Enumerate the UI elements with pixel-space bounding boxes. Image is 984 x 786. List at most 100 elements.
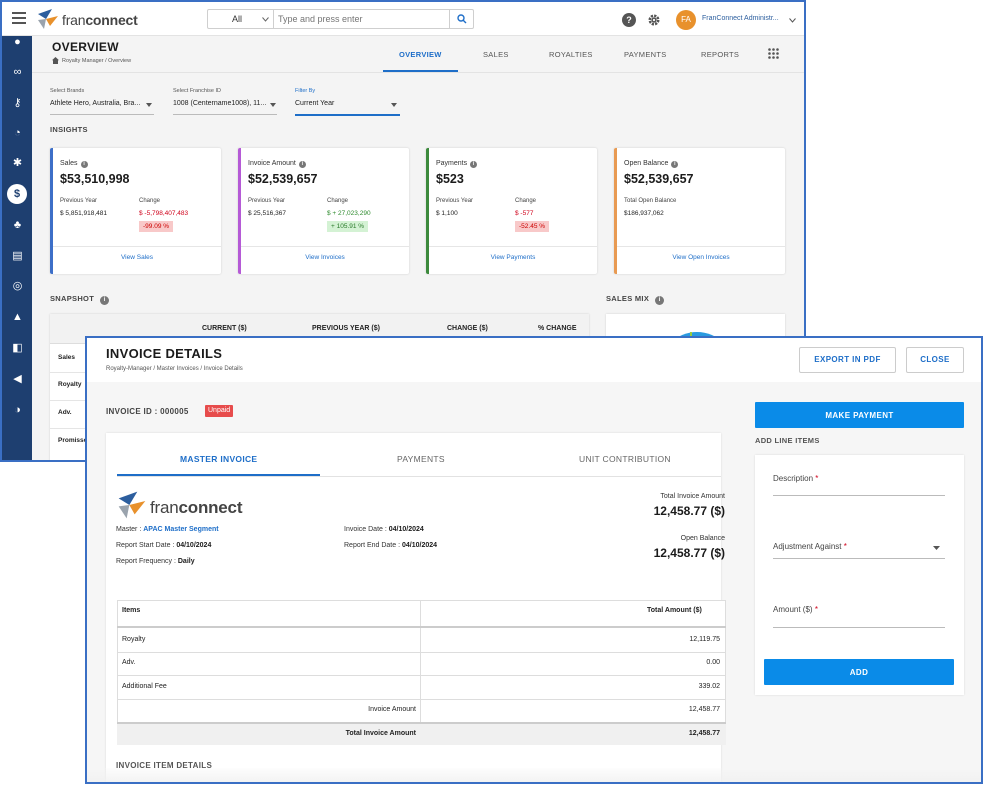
previous-year-label: Previous Year	[436, 198, 474, 204]
row-label: Adv.	[58, 409, 72, 416]
change-percent-badge: + 105.91 %	[327, 221, 369, 232]
chevron-down-icon	[933, 546, 940, 550]
previous-year-label: Previous Year	[248, 198, 286, 204]
invoice-amount-card: Invoice Amount i $52,539,657 Previous Yea…	[238, 148, 409, 274]
tab-royalties[interactable]: ROYALTIES	[549, 50, 593, 59]
gauge-icon[interactable]: ◔	[11, 127, 24, 140]
change-label: Change	[327, 198, 349, 204]
apps-grid-icon[interactable]	[768, 48, 779, 59]
adjustment-label: Adjustment Against *	[773, 542, 847, 551]
breadcrumb[interactable]: Royalty-Manager / Master Invoices / Invo…	[106, 366, 243, 372]
table-row-item: Additional Fee	[122, 683, 167, 690]
description-underline	[773, 495, 945, 496]
card-divider	[53, 246, 221, 247]
chat-icon[interactable]: ▤	[11, 250, 24, 263]
card-divider	[429, 246, 597, 247]
ball-icon[interactable]: ◑	[11, 404, 24, 417]
search-button[interactable]	[449, 10, 473, 28]
avatar[interactable]: FA	[676, 10, 696, 30]
previous-year-value: $ 25,516,367	[248, 210, 286, 217]
table-row-amount: 0.00	[706, 659, 720, 666]
chevron-down-icon[interactable]	[789, 18, 796, 23]
sales-mix-label-text: SALES MIX	[606, 294, 650, 303]
add-button[interactable]: ADD	[764, 659, 954, 685]
total-invoice-amount-row-label: Total Invoice Amount	[345, 730, 416, 737]
home-icon[interactable]	[52, 57, 59, 64]
view-payments-link[interactable]: View Payments	[429, 254, 597, 261]
master-segment: Master : APAC Master Segment	[116, 526, 219, 533]
adjustment-label-text: Adjustment Against	[773, 542, 842, 551]
close-button[interactable]: CLOSE	[906, 347, 964, 373]
snapshot-label-text: SNAPSHOT	[50, 294, 95, 303]
gear-icon[interactable]: ✱	[11, 157, 24, 170]
add-line-items-label: ADD LINE ITEMS	[755, 436, 820, 445]
report-end-label: Report End Date :	[344, 542, 402, 549]
franchise-label: Select Franchise ID	[173, 88, 221, 94]
franconnect-logo-icon	[118, 491, 146, 519]
chevron-down-icon	[262, 17, 269, 22]
info-icon[interactable]: i	[100, 296, 110, 305]
master-label: Master :	[116, 526, 144, 533]
tab-payments[interactable]: PAYMENTS	[624, 50, 667, 59]
open-balance-label: Open Balance	[680, 535, 725, 542]
info-icon[interactable]: i	[80, 161, 88, 168]
lifebuoy-icon[interactable]: ◎	[11, 280, 24, 293]
location-pin-icon[interactable]: ●	[11, 36, 24, 49]
sales-mix-label: SALES MIX i	[606, 294, 665, 305]
column-header: CHANGE ($)	[447, 325, 488, 332]
graduation-cap-icon[interactable]: ▲	[11, 311, 24, 324]
invoice-id: INVOICE ID : 000005	[106, 407, 189, 416]
tab-unit-contribution[interactable]: UNIT CONTRIBUTION	[579, 454, 671, 464]
view-open-invoices-link[interactable]: View Open Invoices	[617, 254, 785, 261]
card-label-text: Sales	[60, 160, 78, 167]
make-payment-button[interactable]: MAKE PAYMENT	[755, 402, 964, 428]
brand-name: franconnect	[62, 12, 138, 28]
frequency-value: Daily	[177, 558, 195, 565]
message-icon[interactable]: ◧	[11, 342, 24, 355]
gear-icon[interactable]	[647, 13, 661, 27]
view-sales-link[interactable]: View Sales	[53, 254, 221, 261]
change-value: $ + 27,023,290	[327, 210, 371, 217]
view-invoices-link[interactable]: View Invoices	[241, 254, 409, 261]
megaphone-icon[interactable]: ◀	[11, 373, 24, 386]
invoice-title: INVOICE DETAILS	[106, 346, 223, 361]
invoice-amount-label: Invoice Amount	[368, 706, 416, 713]
handshake-icon[interactable]: ∞	[11, 66, 24, 79]
hamburger-menu-icon[interactable]	[12, 12, 26, 24]
franconnect-logo-icon	[38, 9, 58, 29]
key-icon[interactable]: ⚷	[11, 97, 24, 110]
top-bar: franconnect All ? FA FranConnect Adminis…	[2, 2, 804, 36]
column-header-items: Items	[122, 607, 141, 614]
card-value: $523	[436, 172, 464, 186]
invoice-date-label: Invoice Date :	[344, 526, 389, 533]
row-divider	[117, 675, 726, 676]
tab-overview[interactable]: OVERVIEW	[399, 50, 442, 59]
tab-sales[interactable]: SALES	[483, 50, 509, 59]
brands-label: Select Brands	[50, 88, 85, 94]
search-input[interactable]	[278, 10, 448, 28]
card-label-text: Invoice Amount	[248, 160, 296, 167]
brands-underline	[50, 114, 154, 115]
row-label: Sales	[58, 354, 75, 361]
info-icon[interactable]: i	[298, 161, 306, 168]
report-frequency: Report Frequency : Daily	[116, 558, 195, 565]
info-icon[interactable]: i	[655, 296, 665, 305]
breadcrumb[interactable]: Royalty Manager / Overview	[62, 58, 131, 64]
master-segment-link[interactable]: APAC Master Segment	[143, 526, 218, 533]
people-icon[interactable]: ♣	[11, 219, 24, 232]
tab-payments[interactable]: PAYMENTS	[397, 454, 445, 464]
column-header: PREVIOUS YEAR ($)	[312, 325, 380, 332]
user-name[interactable]: FranConnect Administr...	[702, 15, 779, 22]
search-scope-select[interactable]: All	[208, 10, 274, 28]
export-pdf-button[interactable]: EXPORT IN PDF	[799, 347, 896, 373]
info-icon[interactable]: i	[671, 161, 679, 168]
column-header: % CHANGE	[538, 325, 577, 332]
franchise-value: 1008 (Centername1008), 11...	[173, 100, 267, 107]
info-icon[interactable]: i	[470, 161, 478, 168]
tab-reports[interactable]: REPORTS	[701, 50, 739, 59]
tab-master-invoice[interactable]: MASTER INVOICE	[180, 454, 257, 464]
insights-label: INSIGHTS	[50, 125, 88, 134]
invoice-details-window: INVOICE DETAILS Royalty-Manager / Master…	[85, 336, 983, 784]
help-circle-icon[interactable]: ?	[622, 13, 636, 27]
money-bag-icon[interactable]: $	[7, 184, 27, 204]
